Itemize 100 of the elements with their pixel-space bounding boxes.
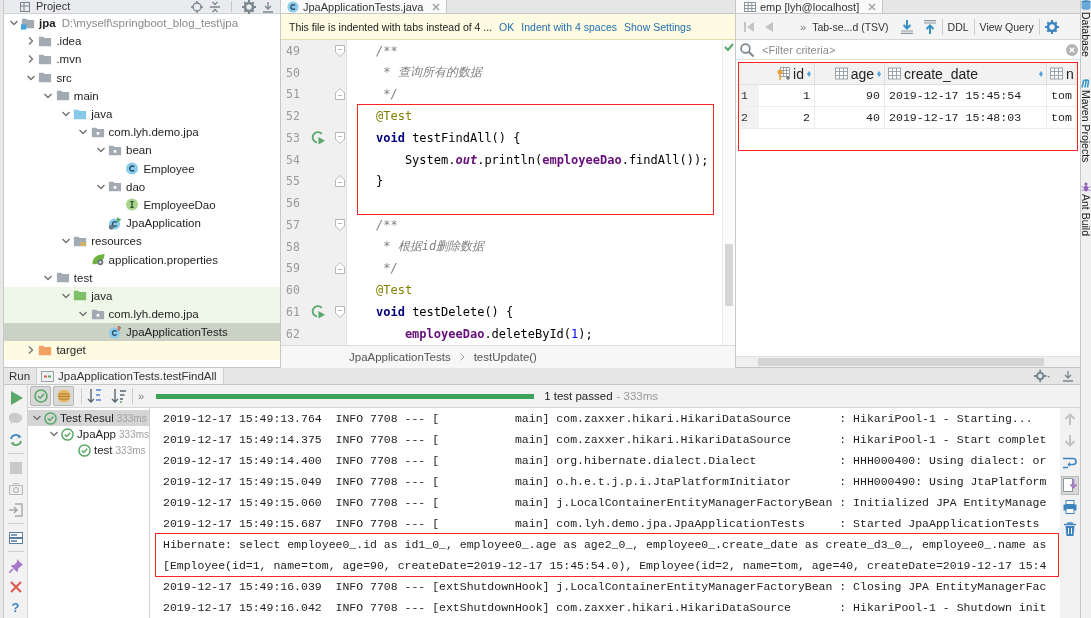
download-icon[interactable] [899,19,914,34]
print-icon[interactable] [1063,500,1077,514]
chevron-icon[interactable] [61,237,70,246]
toolbar-button[interactable]: DDL [947,20,969,33]
tree-item[interactable]: dao [108,180,146,194]
arrow-up-icon[interactable] [1064,413,1076,425]
collapse-all-icon[interactable] [209,0,221,13]
chevron-icon[interactable] [61,291,70,300]
scrollbar-thumb[interactable] [725,244,733,306]
hide-icon[interactable] [1062,370,1074,382]
tree-item[interactable]: jpa [21,16,56,30]
tree-item[interactable]: com.lyh.demo.jpa [90,307,199,321]
help-button[interactable]: ? [11,600,20,615]
sort-marker-icon[interactable] [1039,70,1043,77]
tree-item[interactable]: target [38,343,86,357]
column-header[interactable]: id [762,63,811,84]
settings-icon[interactable] [1034,368,1050,384]
soft-wrap-icon[interactable] [1063,456,1077,470]
test-item[interactable]: Test Resul [44,411,114,425]
fold-marker-icon[interactable] [334,218,345,231]
tree-item[interactable]: bean [108,143,152,157]
tree-item[interactable]: com.lyh.demo.jpa [90,125,199,139]
column-header[interactable]: create_date [888,63,1043,84]
close-icon[interactable] [432,2,441,11]
tree-item[interactable]: .mvn [38,52,82,66]
tree-item[interactable]: test [55,271,93,285]
tree-item[interactable]: EmployeeDao [125,198,216,212]
sort-alphabetical-icon[interactable] [87,388,103,404]
fold-marker-icon[interactable] [334,131,345,144]
tree-item[interactable]: Employee [125,162,195,176]
editor-tab[interactable]: JpaApplicationTests.java [281,0,448,13]
exit-icon[interactable] [8,502,23,517]
tree-item[interactable]: application.properties [90,253,218,267]
breadcrumb[interactable]: JpaApplicationTests [349,351,451,363]
column-header[interactable]: n [1050,63,1074,84]
tree-item[interactable]: java [73,107,113,121]
layout-icon[interactable] [8,530,23,545]
table-tab[interactable]: emp [lyh@localhost] [736,0,884,13]
toolbar-button[interactable]: View Query [979,20,1034,33]
settings-icon[interactable] [242,0,256,14]
clear-icon[interactable] [1065,43,1078,56]
chevron-icon[interactable] [79,310,88,319]
fold-marker-icon[interactable] [334,88,345,101]
upload-icon[interactable] [922,19,937,34]
chevron-icon[interactable] [61,110,70,119]
sort-marker-icon[interactable] [877,70,881,77]
run-test-icon[interactable] [309,130,325,146]
format-dropdown[interactable]: Tab-se...d (TSV) [812,20,889,33]
chevron-icon[interactable] [44,91,53,100]
close-icon[interactable] [9,580,22,593]
chevron-icon[interactable] [26,73,35,82]
chevron-icon[interactable] [44,273,53,282]
tree-item[interactable]: .idea [38,34,82,48]
scrollbar-thumb[interactable] [758,358,1044,366]
chevron-icon[interactable] [26,37,35,46]
run-icon[interactable] [8,390,23,405]
chevron-icon[interactable] [96,146,105,155]
show-ignored-toggle[interactable] [53,386,74,406]
notification-link[interactable]: OK [499,20,515,33]
tree-item[interactable]: java [73,289,113,303]
panel-title[interactable]: Project [36,0,71,13]
settings-icon[interactable] [1044,19,1059,34]
test-item[interactable]: JpaApp [61,427,116,441]
notification-link[interactable]: Show Settings [624,20,692,33]
run-tab[interactable]: JpaApplicationTests.testFindAll [36,368,224,384]
run-test-icon[interactable] [309,304,325,320]
chevron-icon[interactable] [32,414,41,422]
tree-item[interactable]: main [55,89,99,103]
more-button[interactable]: » [138,390,145,402]
column-header[interactable]: age [818,63,881,84]
camera-icon[interactable] [8,481,23,496]
locate-icon[interactable] [191,0,203,13]
show-passed-toggle[interactable] [30,386,51,406]
fold-marker-icon[interactable] [334,262,345,275]
search-icon[interactable] [740,42,754,57]
tree-item[interactable]: resources [73,234,142,248]
breadcrumb[interactable]: testUpdate() [473,351,537,363]
tree-item[interactable]: JpaApplicationTests [108,325,228,339]
pin-icon[interactable] [8,558,23,573]
fold-marker-icon[interactable] [334,305,345,318]
hide-icon[interactable] [262,0,274,13]
close-icon[interactable] [868,2,877,11]
previous-page-icon[interactable] [764,21,774,32]
chevron-icon[interactable] [49,430,58,438]
more-button[interactable]: » [800,20,807,33]
sort-by-duration-icon[interactable] [111,388,127,404]
chevron-icon[interactable] [26,55,35,64]
tree-item[interactable]: src [38,71,72,85]
filter-field[interactable]: <Filter criteria> [762,41,1058,58]
sort-marker-icon[interactable] [807,70,811,77]
first-page-icon[interactable] [743,20,755,33]
refresh-icon[interactable] [8,432,23,447]
chevron-icon[interactable] [26,346,35,355]
scroll-to-end-toggle[interactable] [1061,475,1079,495]
trash-icon[interactable] [1063,522,1077,536]
chevron-icon[interactable] [96,182,105,191]
fold-marker-icon[interactable] [334,175,345,188]
tree-item[interactable]: JpaApplication [108,216,201,230]
chevron-icon[interactable] [9,19,18,28]
test-item[interactable]: test [78,443,113,457]
